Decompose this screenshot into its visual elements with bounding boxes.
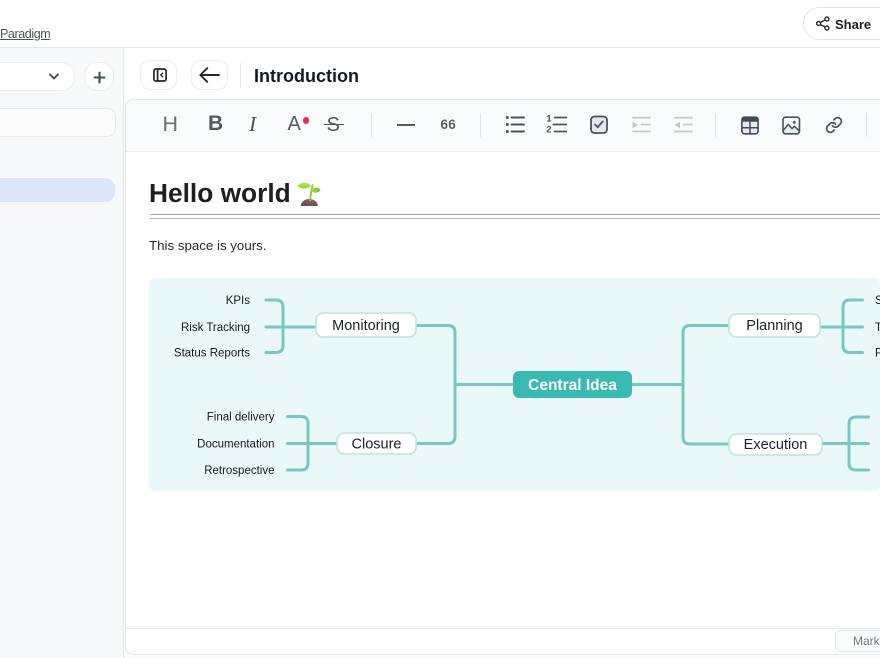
svg-text:KPIs: KPIs — [226, 295, 251, 307]
svg-text:Execution: Execution — [744, 437, 808, 453]
svg-text:1: 1 — [546, 114, 552, 124]
svg-text:Closure: Closure — [352, 437, 402, 453]
svg-text:Documentation: Documentation — [197, 439, 274, 451]
svg-text:Monitoring: Monitoring — [332, 318, 400, 334]
svg-text:2: 2 — [546, 125, 551, 135]
svg-text:Timeline: Timeline — [875, 322, 880, 334]
svg-text:Risk Tracking: Risk Tracking — [181, 322, 250, 334]
svg-text:Retrospective: Retrospective — [204, 465, 274, 477]
svg-text:Phases: Phases — [875, 348, 880, 360]
svg-text:Scope: Scope — [875, 295, 880, 307]
svg-text:Planning: Planning — [746, 318, 802, 334]
svg-text:Central Idea: Central Idea — [528, 377, 617, 394]
svg-text:Final delivery: Final delivery — [207, 412, 275, 424]
svg-text:Status Reports: Status Reports — [174, 348, 250, 360]
